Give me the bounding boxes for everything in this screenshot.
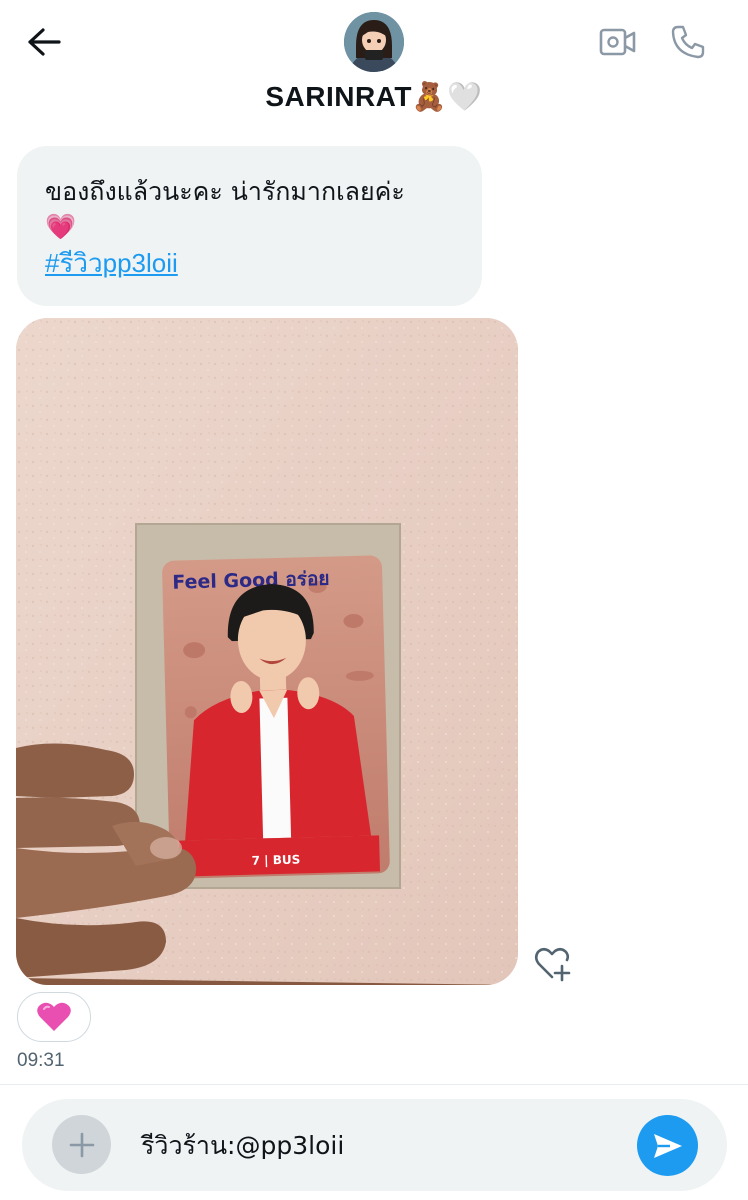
heart-plus-icon xyxy=(534,947,571,982)
message-timestamp: 09:31 xyxy=(17,1050,65,1071)
card-footer-logos: 7 | BUS xyxy=(251,852,300,867)
arrow-left-icon xyxy=(28,28,61,56)
message-input[interactable]: รีวิวร้าน:@pp3loii xyxy=(141,1126,344,1166)
reaction-badge[interactable] xyxy=(17,992,91,1042)
back-button[interactable] xyxy=(22,22,66,62)
avatar[interactable] xyxy=(344,12,404,72)
divider xyxy=(0,1084,748,1085)
add-media-button[interactable] xyxy=(52,1115,111,1174)
plus-icon xyxy=(69,1132,94,1157)
send-arrow-icon xyxy=(653,1133,682,1158)
phone-icon xyxy=(671,25,705,59)
video-camera-icon xyxy=(599,28,636,56)
send-button[interactable] xyxy=(637,1115,698,1176)
message-bubble: ของถึงแล้วนะคะ น่ารักมากเลยค่ะ 💗 #รีวิวp… xyxy=(17,146,482,306)
contact-name: SARINRAT🧸🤍 xyxy=(265,81,483,112)
video-call-button[interactable] xyxy=(596,22,640,62)
photo-message[interactable]: Feel Good อร่อย 7 | BUS xyxy=(16,318,518,985)
hashtag-link[interactable]: #รีวิวpp3loii xyxy=(45,245,178,281)
pink-heart-icon xyxy=(37,1002,71,1031)
add-reaction-button[interactable] xyxy=(532,944,574,984)
phone-call-button[interactable] xyxy=(666,20,710,64)
message-text: ของถึงแล้วนะคะ น่ารักมากเลยค่ะ 💗 xyxy=(45,177,405,241)
message-composer[interactable]: รีวิวร้าน:@pp3loii xyxy=(22,1099,727,1191)
conversation-header: SARINRAT🧸🤍 xyxy=(0,0,748,135)
photocard-photo: Feel Good อร่อย 7 | BUS xyxy=(16,318,518,985)
